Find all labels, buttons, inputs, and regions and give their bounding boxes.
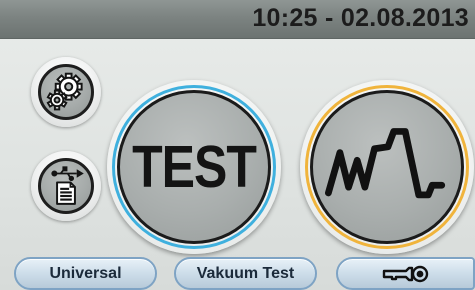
key-icon [382,265,428,282]
pressure-curve-button[interactable] [300,80,474,254]
key-button[interactable] [336,257,475,290]
test-button-face: TEST [117,90,271,244]
universal-button[interactable]: Universal [14,257,157,290]
settings-button-face [38,64,94,120]
usb-export-button[interactable] [31,151,101,221]
usb-export-button-face [38,158,94,214]
status-bar: 10:25 - 02.08.2013 [0,0,475,39]
usb-document-icon [51,166,84,205]
test-button[interactable]: TEST [107,80,281,254]
vacuum-test-label: Vakuum Test [196,264,295,282]
pressure-curve-icon [325,128,446,199]
universal-label: Universal [49,264,122,282]
gears-icon [46,72,83,111]
settings-button[interactable] [31,57,101,127]
curve-button-face [310,90,464,244]
test-label: TEST [132,133,257,201]
device-screen: 10:25 - 02.08.2013 TEST Universal Vakuum… [0,0,475,290]
datetime-display: 10:25 - 02.08.2013 [252,4,469,32]
vacuum-test-button[interactable]: Vakuum Test [174,257,317,290]
